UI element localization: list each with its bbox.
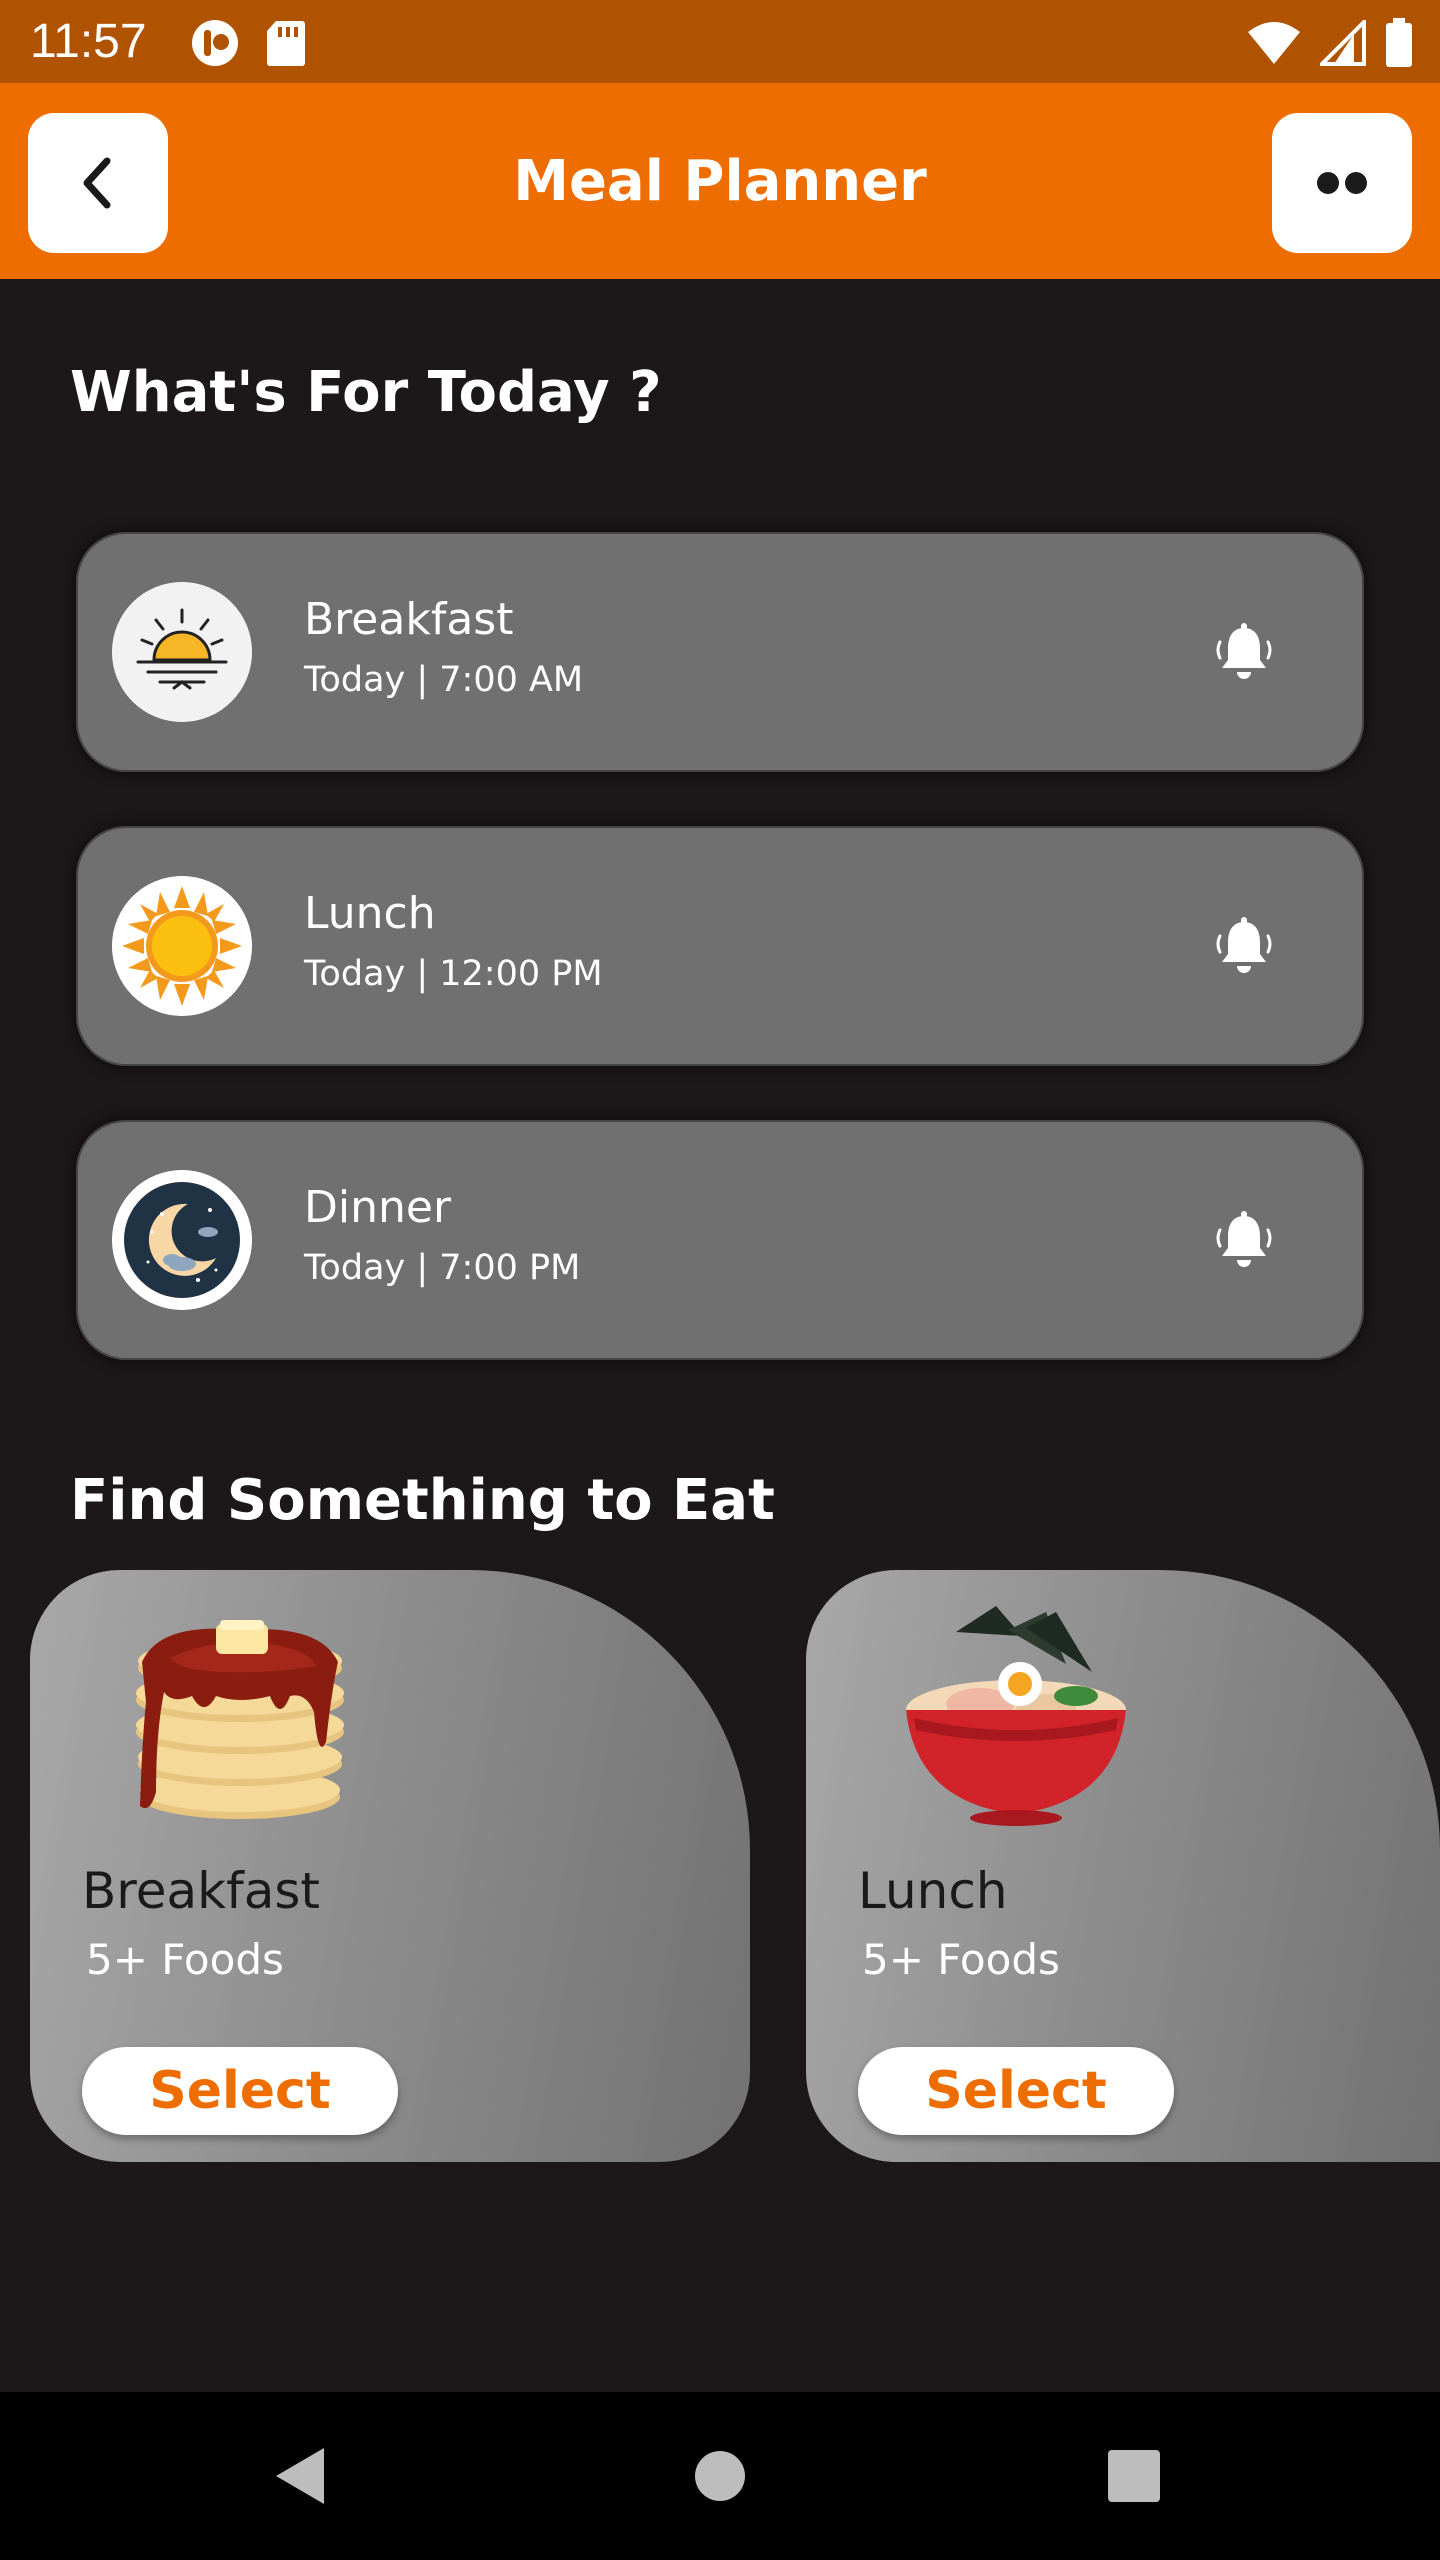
ramen-bowl-image bbox=[906, 1606, 1126, 1826]
pancakes-image bbox=[136, 1620, 344, 1819]
more-dots-icon bbox=[1317, 172, 1367, 194]
notification-app-icon bbox=[192, 20, 238, 66]
meal-time: Today | 12:00 PM bbox=[304, 954, 603, 994]
battery-icon bbox=[1386, 18, 1412, 67]
food-card-title: Breakfast bbox=[82, 1862, 321, 1920]
bell-alarm-icon[interactable] bbox=[1212, 620, 1276, 684]
meal-name: Breakfast bbox=[304, 594, 514, 645]
sd-card-icon bbox=[267, 21, 305, 66]
more-options-button[interactable] bbox=[1272, 113, 1412, 253]
bell-alarm-icon[interactable] bbox=[1212, 1208, 1276, 1272]
section-title-today: What's For Today ? bbox=[70, 360, 662, 425]
system-nav-bar bbox=[0, 2392, 1440, 2560]
meal-card-breakfast[interactable]: Breakfast Today | 7:00 AM bbox=[76, 532, 1364, 772]
food-card-count: 5+ Foods bbox=[86, 1935, 284, 1984]
nav-back-icon[interactable] bbox=[270, 2444, 330, 2508]
meal-name: Lunch bbox=[304, 888, 436, 939]
meal-time: Today | 7:00 AM bbox=[304, 660, 584, 700]
sunrise-icon bbox=[112, 582, 252, 722]
signal-icon bbox=[1320, 20, 1366, 66]
select-button[interactable]: Select bbox=[82, 2047, 398, 2135]
meal-card-lunch[interactable]: Lunch Today | 12:00 PM bbox=[76, 826, 1364, 1066]
food-card-lunch[interactable]: Lunch 5+ Foods Select bbox=[806, 1570, 1440, 2162]
sun-icon bbox=[112, 876, 252, 1016]
food-card-breakfast[interactable]: Breakfast 5+ Foods Select bbox=[30, 1570, 750, 2162]
wifi-icon bbox=[1248, 22, 1300, 64]
page-title: Meal Planner bbox=[513, 149, 927, 214]
nav-home-icon[interactable] bbox=[694, 2450, 746, 2502]
meal-card-dinner[interactable]: Dinner Today | 7:00 PM bbox=[76, 1120, 1364, 1360]
meal-time: Today | 7:00 PM bbox=[304, 1248, 581, 1288]
bell-alarm-icon[interactable] bbox=[1212, 914, 1276, 978]
section-title-find: Find Something to Eat bbox=[70, 1468, 775, 1533]
meal-name: Dinner bbox=[304, 1182, 452, 1233]
food-card-count: 5+ Foods bbox=[862, 1935, 1060, 1984]
food-card-title: Lunch bbox=[858, 1862, 1008, 1920]
nav-recents-icon[interactable] bbox=[1108, 2450, 1160, 2502]
select-button[interactable]: Select bbox=[858, 2047, 1174, 2135]
app-bar: Meal Planner bbox=[0, 83, 1440, 279]
moon-icon bbox=[112, 1170, 252, 1310]
status-bar: 11:57 bbox=[0, 0, 1440, 83]
status-time: 11:57 bbox=[30, 15, 147, 68]
